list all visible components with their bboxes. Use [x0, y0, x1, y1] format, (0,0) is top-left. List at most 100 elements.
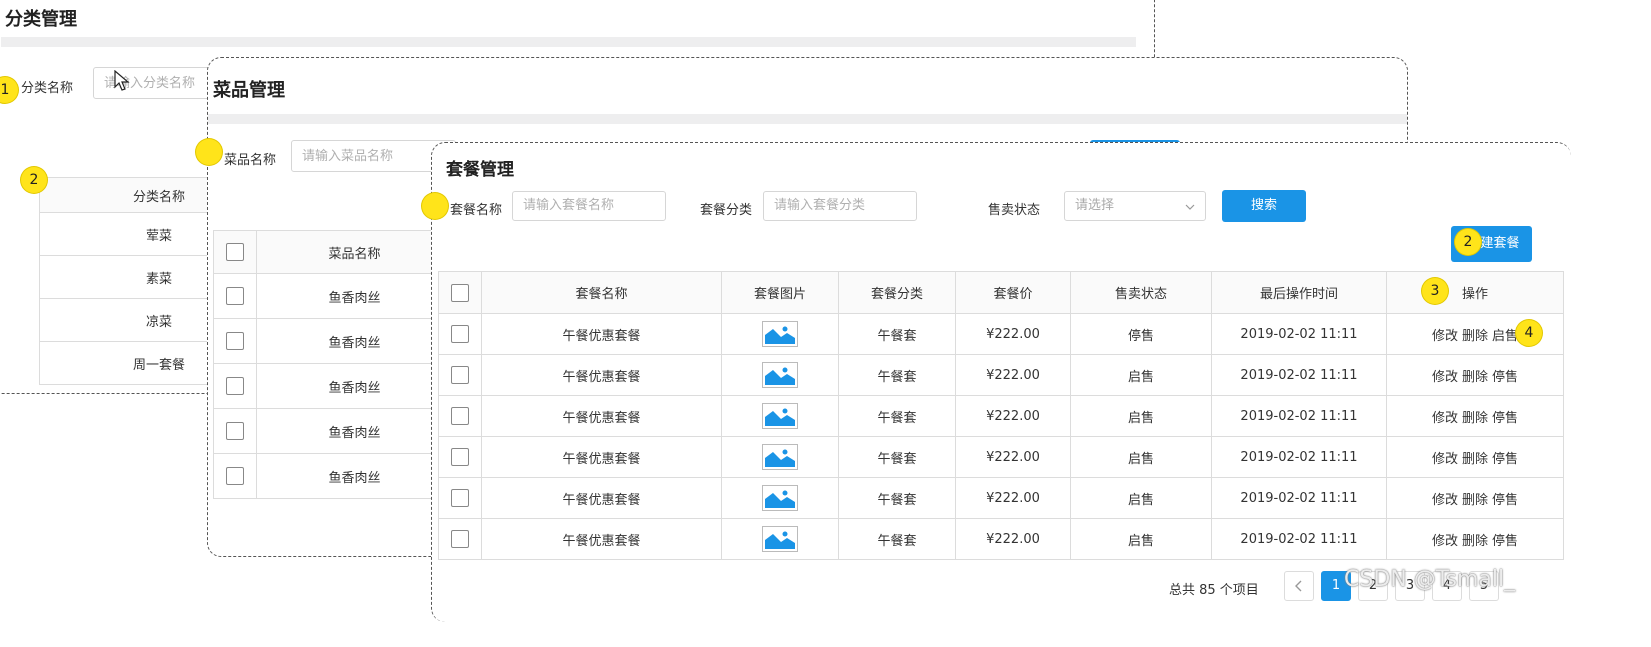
row-actions: 修改 删除 停售 — [1386, 477, 1564, 519]
setmeal-row-name: 午餐优惠套餐 — [481, 395, 722, 437]
setmeal-row-category: 午餐套 — [838, 477, 956, 519]
setmeal-row-category: 午餐套 — [838, 436, 956, 478]
setmeal-table: 套餐名称 套餐图片 套餐分类 套餐价 售卖状态 最后操作时间 操作 午餐优惠套餐… — [438, 271, 1564, 560]
setmeal-status-label: 售卖状态 — [988, 203, 1041, 218]
dish-row: 鱼香肉丝 — [256, 273, 453, 319]
dish-page-title: 菜品管理 — [213, 80, 285, 101]
edit-link[interactable]: 修改 — [1432, 370, 1458, 385]
edit-link[interactable]: 修改 — [1432, 493, 1458, 508]
setmeal-row-status: 启售 — [1070, 518, 1212, 560]
dish-name-label: 菜品名称 — [224, 153, 277, 168]
edit-link[interactable]: 修改 — [1432, 452, 1458, 467]
table-row: 午餐优惠套餐 午餐套 ¥222.00 停售 2019-02-02 11:11 修… — [438, 313, 1564, 355]
toggle-status-link[interactable]: 停售 — [1492, 534, 1518, 549]
setmeal-name-input[interactable] — [512, 191, 666, 221]
category-page-title: 分类管理 — [5, 9, 77, 30]
table-row: 午餐优惠套餐 午餐套 ¥222.00 启售 2019-02-02 11:11 修… — [438, 518, 1564, 560]
setmeal-row-status: 停售 — [1070, 313, 1212, 355]
image-cell — [721, 477, 839, 519]
setmeal-badge-2: 2 — [1455, 229, 1481, 255]
row-actions: 修改 删除 停售 — [1386, 436, 1564, 478]
row-checkbox[interactable] — [451, 407, 469, 425]
row-check-cell — [438, 436, 482, 478]
row-checkbox[interactable] — [451, 448, 469, 466]
dish-row-check-cell — [213, 408, 257, 454]
dish-row: 鱼香肉丝 — [256, 453, 453, 499]
setmeal-row-category: 午餐套 — [838, 313, 956, 355]
dish-row-checkbox[interactable] — [226, 467, 244, 485]
setmeal-row-name: 午餐优惠套餐 — [481, 354, 722, 396]
setmeal-category-input[interactable] — [763, 191, 917, 221]
row-actions: 修改 删除 停售 — [1386, 395, 1564, 437]
toggle-status-link[interactable]: 停售 — [1492, 370, 1518, 385]
dish-row-check-cell — [213, 453, 257, 499]
setmeal-select-all-cell — [438, 271, 482, 314]
setmeal-col-actions: 操作 — [1386, 271, 1564, 314]
setmeal-status-select[interactable]: 请选择 — [1064, 191, 1206, 221]
category-badge-2: 2 — [21, 167, 47, 193]
delete-link[interactable]: 删除 — [1462, 329, 1488, 344]
delete-link[interactable]: 删除 — [1462, 534, 1488, 549]
dish-select-all-checkbox[interactable] — [226, 243, 244, 261]
edit-link[interactable]: 修改 — [1432, 411, 1458, 426]
dish-row-checkbox[interactable] — [226, 332, 244, 350]
dish-row-checkbox[interactable] — [226, 377, 244, 395]
setmeal-row-status: 启售 — [1070, 395, 1212, 437]
setmeal-row-price: ¥222.00 — [955, 395, 1071, 437]
delete-link[interactable]: 删除 — [1462, 370, 1488, 385]
pagination-total: 总共 85 个项目 — [1169, 583, 1259, 598]
setmeal-row-time: 2019-02-02 11:11 — [1211, 354, 1387, 396]
table-row: 午餐优惠套餐 午餐套 ¥222.00 启售 2019-02-02 11:11 修… — [438, 395, 1564, 437]
setmeal-row-status: 启售 — [1070, 477, 1212, 519]
image-placeholder-icon — [762, 403, 798, 429]
row-checkbox[interactable] — [451, 366, 469, 384]
toggle-status-link[interactable]: 停售 — [1492, 493, 1518, 508]
toggle-status-link[interactable]: 停售 — [1492, 411, 1518, 426]
row-checkbox[interactable] — [451, 489, 469, 507]
chevron-left-icon — [1295, 580, 1302, 592]
setmeal-row-category: 午餐套 — [838, 354, 956, 396]
edit-link[interactable]: 修改 — [1432, 534, 1458, 549]
setmeal-search-button[interactable]: 搜索 — [1222, 190, 1306, 222]
setmeal-row-status: 启售 — [1070, 436, 1212, 478]
csdn-watermark: CSDN @Tsmall_ — [1344, 567, 1516, 592]
setmeal-row-time: 2019-02-02 11:11 — [1211, 395, 1387, 437]
image-placeholder-icon — [762, 362, 798, 388]
setmeal-row-name: 午餐优惠套餐 — [481, 477, 722, 519]
setmeal-col-price: 套餐价 — [955, 271, 1071, 314]
row-check-cell — [438, 518, 482, 560]
setmeal-management-card: 套餐管理 套餐名称 套餐分类 售卖状态 请选择 搜索 新建套餐 套餐名称 套餐图… — [431, 142, 1571, 622]
setmeal-row-price: ¥222.00 — [955, 518, 1071, 560]
setmeal-col-name: 套餐名称 — [481, 271, 722, 314]
setmeal-col-image: 套餐图片 — [721, 271, 839, 314]
setmeal-row-name: 午餐优惠套餐 — [481, 436, 722, 478]
mouse-cursor-icon — [114, 70, 130, 91]
image-cell — [721, 518, 839, 560]
image-cell — [721, 436, 839, 478]
row-checkbox[interactable] — [451, 530, 469, 548]
setmeal-page-title: 套餐管理 — [446, 160, 514, 180]
dish-row-checkbox[interactable] — [226, 422, 244, 440]
toggle-status-link[interactable]: 启售 — [1492, 329, 1518, 344]
category-gray-bar — [1, 37, 1136, 47]
image-placeholder-icon — [762, 526, 798, 552]
edit-link[interactable]: 修改 — [1432, 329, 1458, 344]
setmeal-badge-1 — [422, 193, 448, 219]
pagination-prev-button[interactable] — [1284, 571, 1314, 601]
dish-table: 菜品名称 鱼香肉丝 鱼香肉丝 鱼香肉丝 鱼香肉丝 鱼香肉丝 — [213, 230, 453, 499]
delete-link[interactable]: 删除 — [1462, 452, 1488, 467]
table-row: 午餐优惠套餐 午餐套 ¥222.00 启售 2019-02-02 11:11 修… — [438, 436, 1564, 478]
row-checkbox[interactable] — [451, 325, 469, 343]
setmeal-select-all-checkbox[interactable] — [451, 283, 469, 302]
dish-row-checkbox[interactable] — [226, 287, 244, 305]
row-actions: 修改 删除 停售 — [1386, 354, 1564, 396]
delete-link[interactable]: 删除 — [1462, 411, 1488, 426]
image-placeholder-icon — [762, 321, 798, 347]
delete-link[interactable]: 删除 — [1462, 493, 1488, 508]
setmeal-row-price: ¥222.00 — [955, 477, 1071, 519]
setmeal-row-time: 2019-02-02 11:11 — [1211, 477, 1387, 519]
toggle-status-link[interactable]: 停售 — [1492, 452, 1518, 467]
image-placeholder-icon — [762, 485, 798, 511]
image-placeholder-icon — [762, 444, 798, 470]
setmeal-status-placeholder: 请选择 — [1075, 198, 1115, 213]
